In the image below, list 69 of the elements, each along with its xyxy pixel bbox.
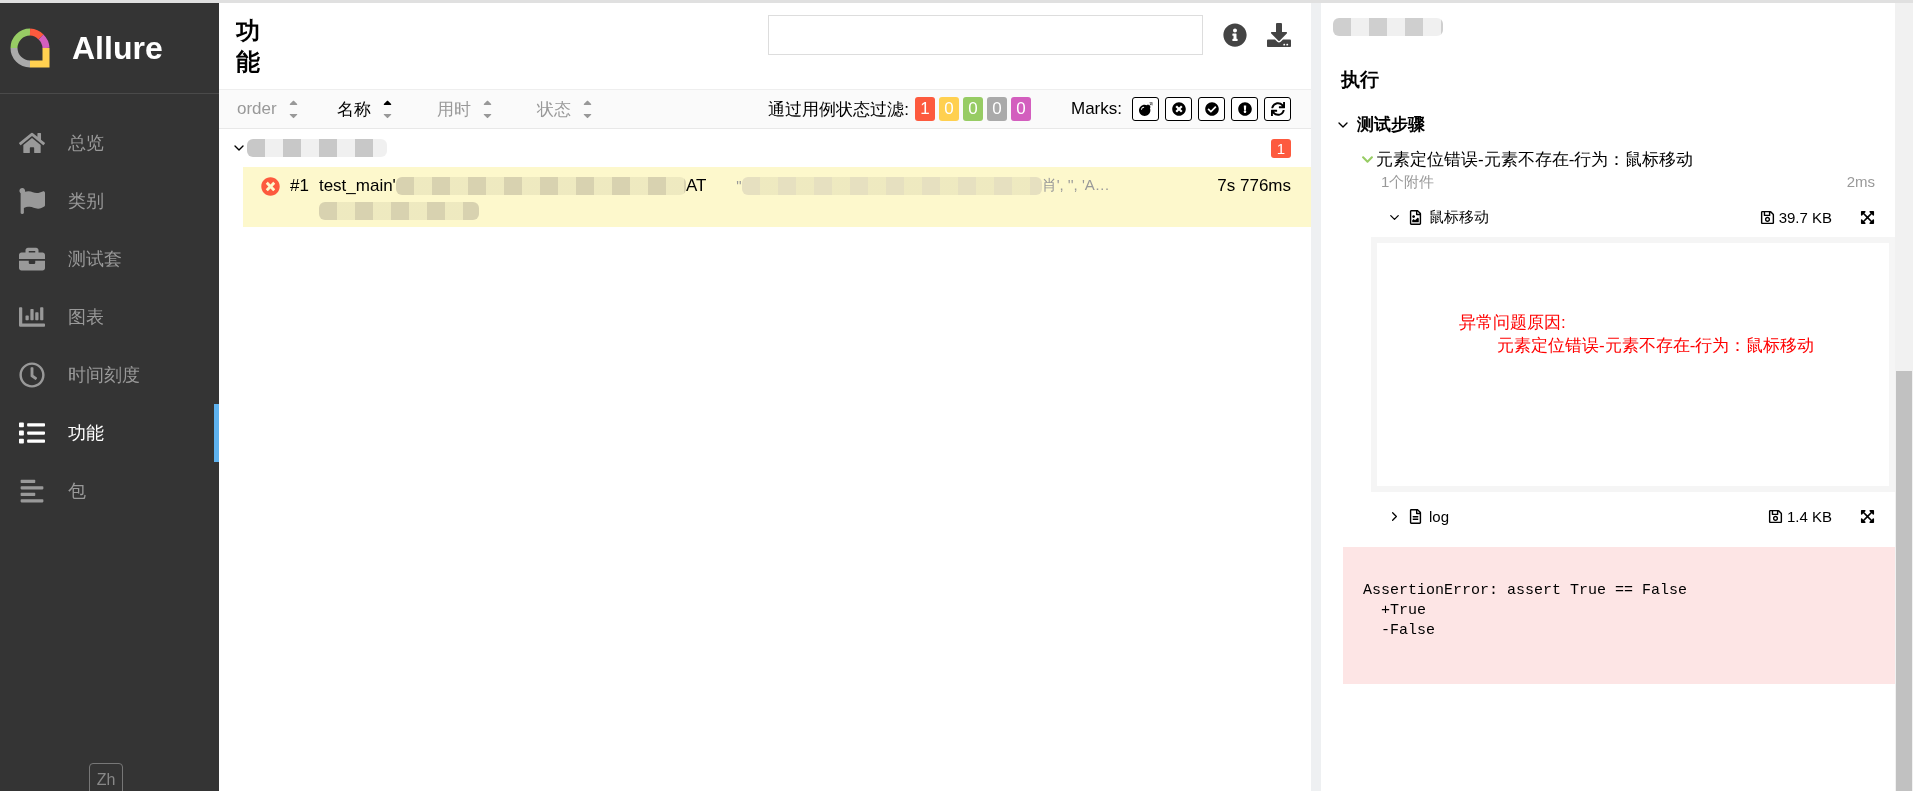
list-icon [19,420,45,446]
search-field[interactable] [768,15,1203,55]
sidebar-item[interactable]: 包 [0,462,219,520]
sort-column[interactable]: 用时 [437,96,537,122]
info-icon[interactable] [1223,23,1247,47]
chart-icon [19,304,45,330]
test-parameters: " [736,177,742,194]
status-count[interactable]: 0 [1011,97,1031,121]
clock-icon [19,362,45,388]
test-duration: 7s 776ms [1217,176,1291,196]
test-row[interactable]: #1 test_main' AT " 肖', '', 'A… 7s 776ms [243,167,1311,227]
step-title[interactable]: 元素定位错误-元素不存在-行为：鼠标移动 [1361,148,1875,171]
group-row[interactable]: 1 [219,129,1311,167]
sort-column[interactable]: 名称 [337,96,437,122]
attachment-row[interactable]: 鼠标移动 39.7 KB [1387,208,1875,227]
align-icon [19,478,45,504]
download-icon[interactable] [1267,23,1291,47]
sidebar-item[interactable]: 时间刻度 [0,346,219,404]
refresh-icon [1270,102,1285,116]
mark-button[interactable] [1165,97,1192,121]
attachment-count: 1个附件 [1381,173,1435,192]
save-icon [1759,210,1775,225]
mark-button[interactable] [1132,97,1159,121]
filter-label: 通过用例状态过滤: [768,98,909,121]
steps-header[interactable]: 测试步骤 [1335,113,1895,136]
sidebar-item[interactable]: 类别 [0,172,219,230]
home-icon [19,130,45,156]
section-title: 执行 [1341,68,1380,92]
bomb-icon [1138,102,1153,116]
sidebar-item[interactable]: 功能 [0,404,219,462]
fullscreen-icon[interactable] [1860,210,1875,225]
test-number: #1 [290,176,309,196]
attachment-name: 鼠标移动 [1429,208,1489,227]
page-title: 功能 [236,16,261,78]
test-parameters: 肖', '', 'A… [1041,176,1110,195]
test-name: AT [685,176,707,196]
language-button[interactable]: Zh [89,763,123,791]
allure-logo-icon [10,28,50,68]
attachment-name: log [1429,508,1450,525]
error-message: AssertionError: assert True == False +True -False [1343,547,1895,684]
briefcase-icon [19,246,45,272]
attachment-row[interactable]: log 1.4 KB [1387,508,1875,525]
text-file-icon [1408,509,1423,524]
status-count[interactable]: 0 [987,97,1007,121]
test-name: test_main' [318,176,396,196]
step-duration: 2ms [1846,173,1875,192]
steps-title: 测试步骤 [1357,114,1425,136]
status-count[interactable]: 1 [915,97,935,121]
exclamation-icon [1237,102,1252,116]
scrollbar[interactable] [1895,3,1913,791]
mark-button[interactable] [1231,97,1258,121]
preview-text: 异常问题原因: [1459,312,1567,334]
preview-text: 元素定位错误-元素不存在-行为：鼠标移动 [1496,335,1816,357]
flag-icon [19,188,45,214]
fullscreen-icon[interactable] [1860,509,1875,524]
attachment-size: 39.7 KB [1778,209,1832,226]
mark-button[interactable] [1264,97,1291,121]
sidebar-item[interactable]: 总览 [0,114,219,172]
sort-column[interactable]: 状态 [537,96,637,122]
save-icon [1767,509,1783,524]
marks-label: Marks: [1071,99,1122,119]
mark-button[interactable] [1198,97,1225,121]
sidebar-item[interactable]: 测试套 [0,230,219,288]
attachment-size: 1.4 KB [1786,508,1832,525]
sort-column[interactable]: order [237,96,337,122]
sidebar-item[interactable]: 图表 [0,288,219,346]
count-badge: 1 [1270,138,1291,158]
brand-name: Allure [72,29,163,67]
image-file-icon [1408,210,1423,225]
